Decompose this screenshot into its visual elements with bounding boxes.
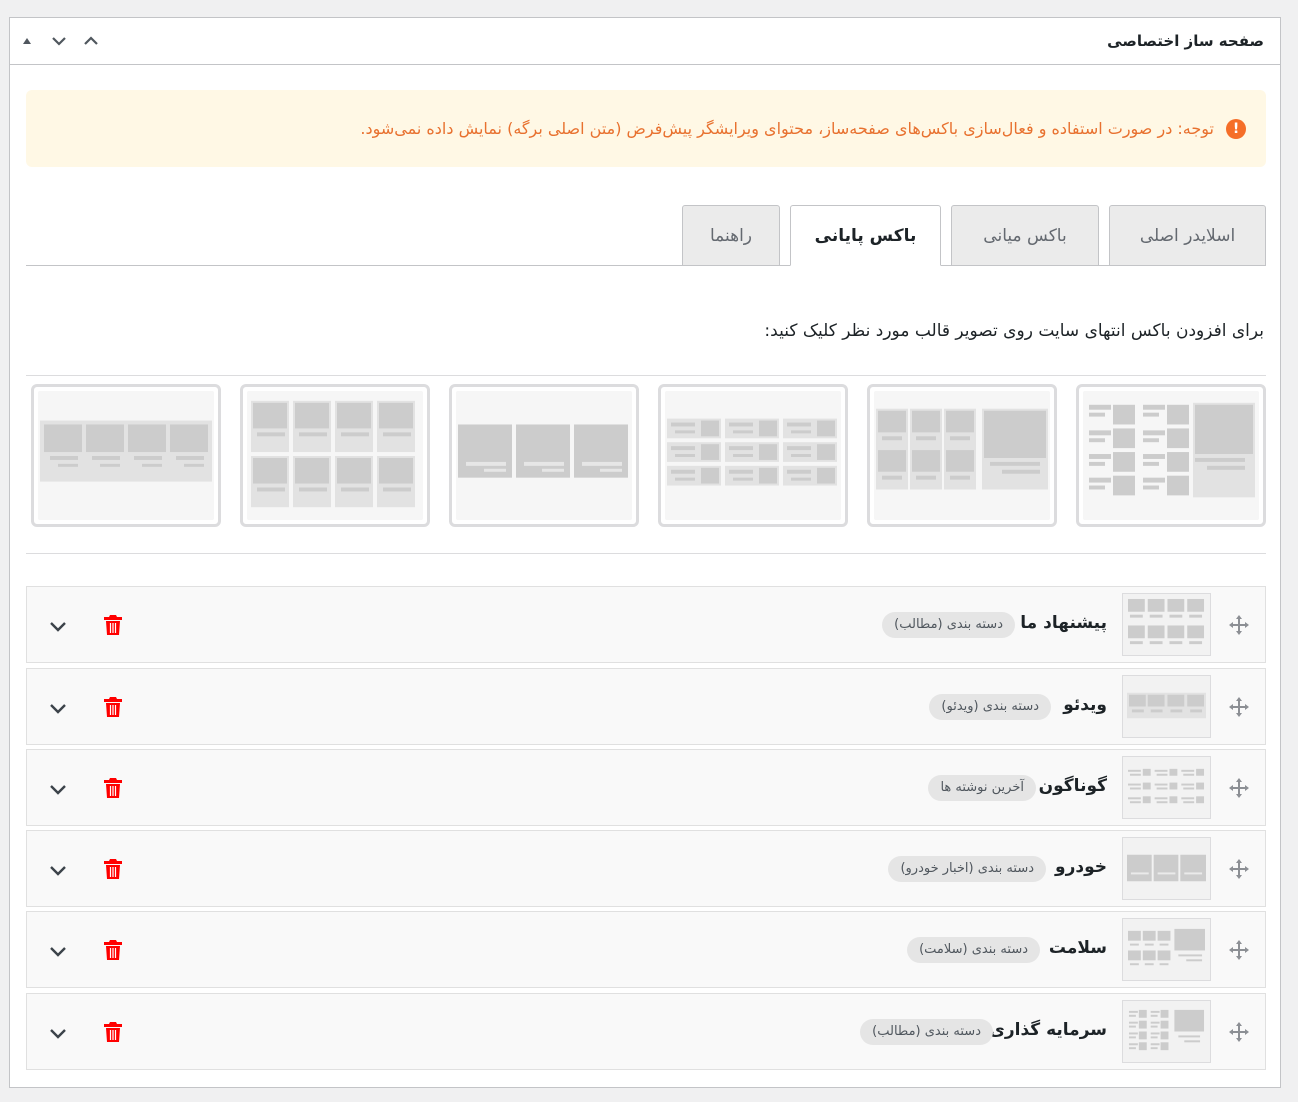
row-layout-thumbnail [1122, 1000, 1211, 1063]
row-title: ویدئو [1063, 695, 1107, 715]
trash-icon[interactable] [103, 696, 123, 718]
row-layout-thumbnail [1122, 675, 1211, 738]
template-four-strip[interactable] [31, 384, 221, 527]
row-layout-thumbnail [1122, 918, 1211, 981]
template-eight-grid[interactable] [240, 384, 430, 527]
metabox-title: صفحه ساز اختصاصی [1107, 32, 1264, 50]
row-title: گوناگون [1038, 776, 1107, 796]
row-layout-thumbnail [1122, 593, 1211, 656]
row-title: سرمایه گذاری [989, 1020, 1107, 1040]
tab-main-slider[interactable]: اسلایدر اصلی [1109, 205, 1266, 266]
template-list-grid[interactable] [658, 384, 848, 527]
tab-footer-box[interactable]: باکس پایانی [790, 205, 941, 266]
template-grid-with-big[interactable] [867, 384, 1057, 527]
trash-icon[interactable] [103, 939, 123, 961]
exclamation-icon: ! [1226, 118, 1246, 139]
chevron-down-icon[interactable] [47, 1022, 69, 1044]
row-title: سلامت [1048, 938, 1107, 958]
row-source-badge: دسته بندی (اخبار خودرو) [888, 856, 1046, 882]
row-title: پیشنهاد ما [1020, 613, 1107, 633]
template-three-cards[interactable] [449, 384, 639, 527]
metabox-header: صفحه ساز اختصاصی [10, 18, 1280, 65]
box-row-health: سلامت دسته بندی (سلامت) [26, 911, 1266, 988]
box-row-video: ویدئو دسته بندی (ویدئو) [26, 668, 1266, 745]
trash-icon[interactable] [103, 858, 123, 880]
tab-middle-box[interactable]: باکس میانی [951, 205, 1099, 266]
chevron-down-icon[interactable] [47, 859, 69, 881]
divider [26, 375, 1266, 376]
chevron-down-icon[interactable] [48, 30, 70, 52]
row-source-badge: دسته بندی (سلامت) [907, 937, 1040, 963]
divider [26, 553, 1266, 554]
chevron-up-icon[interactable] [80, 30, 102, 52]
chevron-down-icon[interactable] [47, 615, 69, 637]
row-source-badge: دسته بندی (مطالب) [860, 1019, 993, 1045]
row-title: خودرو [1055, 857, 1107, 877]
row-source-badge: آخرین نوشته ها [928, 775, 1036, 801]
trash-icon[interactable] [103, 614, 123, 636]
move-arrows-icon[interactable] [1227, 857, 1251, 881]
move-arrows-icon[interactable] [1227, 1020, 1251, 1044]
box-row-automobile: خودرو دسته بندی (اخبار خودرو) [26, 830, 1266, 907]
notice-text: توجه: در صورت استفاده و فعال‌سازی باکس‌ه… [360, 119, 1214, 138]
chevron-down-icon[interactable] [47, 940, 69, 962]
box-row-investment: سرمایه گذاری دسته بندی (مطالب) [26, 993, 1266, 1070]
move-arrows-icon[interactable] [1227, 776, 1251, 800]
notice-warning: ! توجه: در صورت استفاده و فعال‌سازی باکس… [26, 90, 1266, 167]
row-source-badge: دسته بندی (مطالب) [882, 612, 1015, 638]
move-arrows-icon[interactable] [1227, 613, 1251, 637]
instruction-text: برای افزودن باکس انتهای سایت روی تصویر ق… [764, 321, 1264, 341]
custom-page-builder-metabox: صفحه ساز اختصاصی ! توجه: در صورت استفاده… [9, 17, 1281, 1088]
move-arrows-icon[interactable] [1227, 695, 1251, 719]
tab-bar: اسلایدر اصلی باکس میانی باکس پایانی راهن… [26, 204, 1266, 266]
move-arrows-icon[interactable] [1227, 938, 1251, 962]
box-row-our-suggestion: پیشنهاد ما دسته بندی (مطالب) [26, 586, 1266, 663]
trash-icon[interactable] [103, 777, 123, 799]
chevron-down-icon[interactable] [47, 778, 69, 800]
template-featured-list[interactable] [1076, 384, 1266, 527]
arrow-up-small-icon[interactable] [16, 30, 38, 52]
row-layout-thumbnail [1122, 756, 1211, 819]
chevron-down-icon[interactable] [47, 697, 69, 719]
tab-help[interactable]: راهنما [682, 205, 780, 266]
box-row-miscellaneous: گوناگون آخرین نوشته ها [26, 749, 1266, 826]
trash-icon[interactable] [103, 1021, 123, 1043]
row-source-badge: دسته بندی (ویدئو) [929, 694, 1051, 720]
row-layout-thumbnail [1122, 837, 1211, 900]
